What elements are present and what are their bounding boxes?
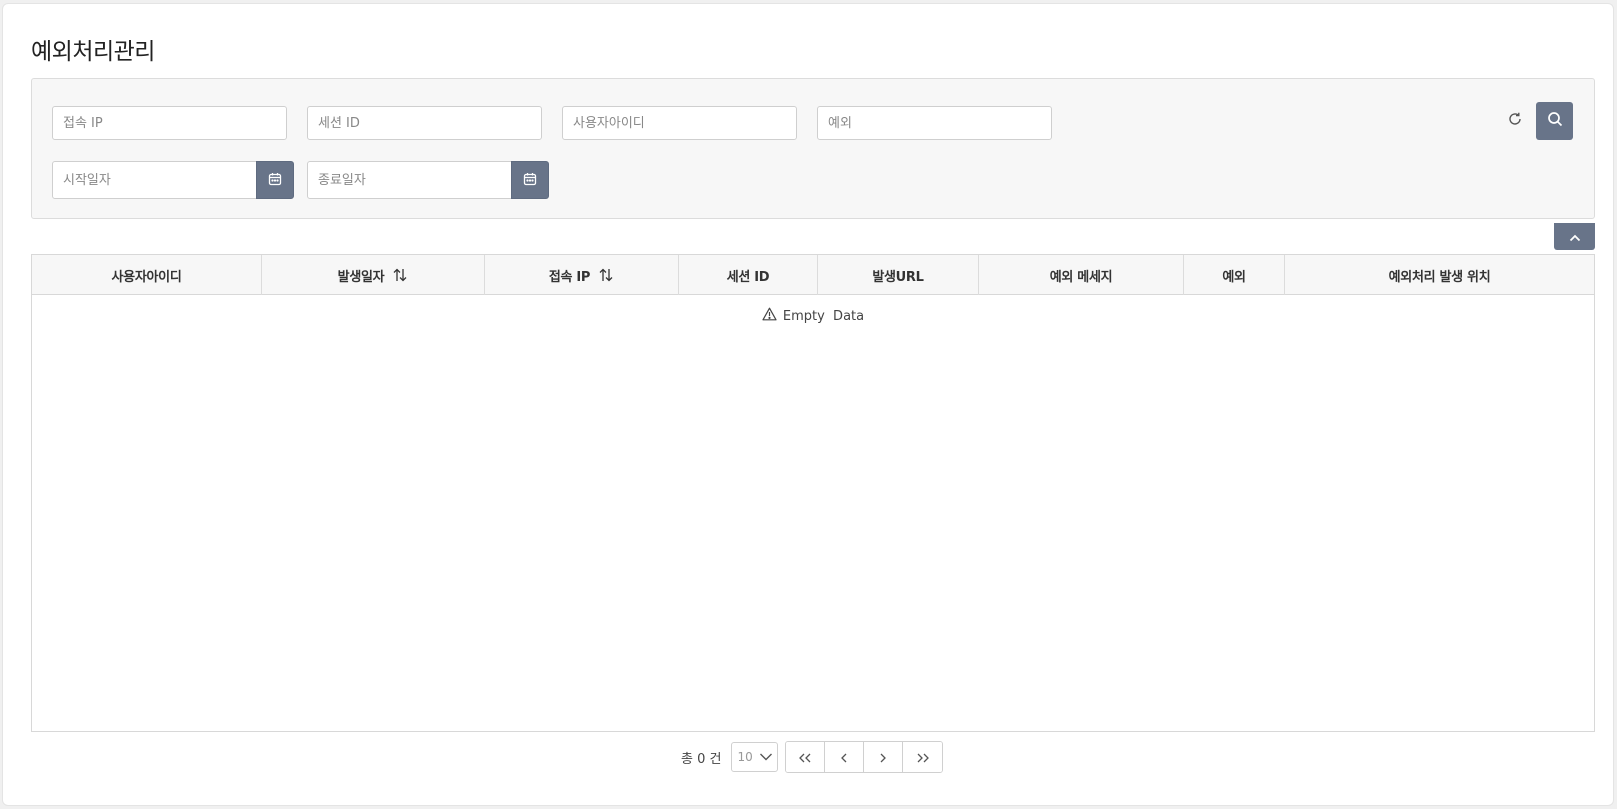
first-page-button[interactable] <box>786 742 826 772</box>
column-header-session-id[interactable]: 세션 ID <box>679 255 818 295</box>
chevron-up-icon <box>1569 227 1581 246</box>
double-chevron-right-icon <box>916 748 930 767</box>
next-page-button[interactable] <box>864 742 904 772</box>
column-header-access-ip[interactable]: 접속 IP <box>485 255 679 295</box>
search-icon <box>1547 111 1563 131</box>
access-ip-input[interactable] <box>52 106 287 140</box>
previous-page-button[interactable] <box>825 742 865 772</box>
session-id-input[interactable] <box>307 106 542 140</box>
refresh-icon <box>1507 111 1523 131</box>
search-button[interactable] <box>1536 102 1573 140</box>
column-label: 발생URL <box>872 269 924 285</box>
column-label: 세션 ID <box>726 269 770 285</box>
last-page-button[interactable] <box>903 742 943 772</box>
grid-header: 사용자아이디 발생일자 접속 IP 세션 ID 발생URL 예외 메세지 예외 … <box>32 255 1594 295</box>
column-label: 예외 메세지 <box>1049 269 1113 285</box>
sort-icon[interactable] <box>598 268 614 282</box>
column-header-exception[interactable]: 예외 <box>1184 255 1285 295</box>
column-header-exception-message[interactable]: 예외 메세지 <box>979 255 1184 295</box>
empty-message: Empty Data <box>32 307 1594 325</box>
refresh-button[interactable] <box>1501 107 1529 135</box>
empty-text: Empty Data <box>782 308 865 324</box>
column-header-occurred-url[interactable]: 발생URL <box>818 255 979 295</box>
calendar-icon <box>268 171 282 190</box>
column-label: 예외 <box>1222 269 1246 285</box>
chevron-down-icon <box>759 750 773 764</box>
chevron-right-icon <box>879 748 887 767</box>
pagination: 총 0 건 10 <box>681 741 944 773</box>
page-size-select[interactable]: 10 <box>731 742 779 772</box>
column-label: 발생일자 <box>337 269 385 285</box>
chevron-left-icon <box>840 748 848 767</box>
double-chevron-left-icon <box>798 748 812 767</box>
user-id-input[interactable] <box>562 106 797 140</box>
column-header-exception-location[interactable]: 예외처리 발생 위치 <box>1285 255 1594 295</box>
page-nav-buttons <box>785 741 944 773</box>
page-size-value: 10 <box>737 750 753 764</box>
exception-input[interactable] <box>817 106 1052 140</box>
sort-icon[interactable] <box>392 268 408 282</box>
column-label: 사용자아이디 <box>111 269 182 285</box>
collapse-search-button[interactable] <box>1554 223 1595 250</box>
search-panel <box>31 78 1595 219</box>
column-header-user-id[interactable]: 사용자아이디 <box>32 255 262 295</box>
data-grid: 사용자아이디 발생일자 접속 IP 세션 ID 발생URL 예외 메세지 예외 … <box>31 254 1595 732</box>
start-date-group <box>52 161 294 199</box>
start-date-calendar-button[interactable] <box>256 161 294 199</box>
column-header-occurred-date[interactable]: 발생일자 <box>262 255 485 295</box>
page-title: 예외처리관리 <box>31 39 155 65</box>
warning-icon <box>762 307 783 325</box>
column-label: 접속 IP <box>548 269 591 285</box>
main-card: 예외처리관리 접속 IP 세션 ID 사용자아이디 예외 시작일자 종료일자 사… <box>2 3 1614 806</box>
end-date-group <box>307 161 549 199</box>
start-date-input[interactable] <box>52 161 257 199</box>
end-date-input[interactable] <box>307 161 512 199</box>
calendar-icon <box>523 171 537 190</box>
column-label: 예외처리 발생 위치 <box>1388 269 1491 285</box>
end-date-calendar-button[interactable] <box>511 161 549 199</box>
total-count: 총 0 건 <box>681 751 722 767</box>
